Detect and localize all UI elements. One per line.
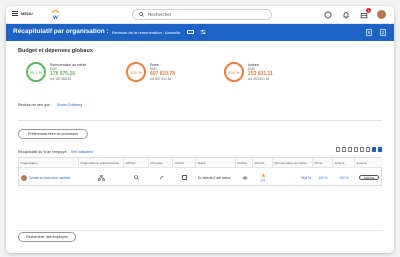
actions-percent-link[interactable]: 100 % bbox=[333, 168, 355, 187]
export-excel-icon[interactable] bbox=[366, 29, 372, 36]
column-header[interactable]: Actions bbox=[355, 158, 383, 167]
hamburger-icon bbox=[12, 11, 18, 16]
search-placeholder: Rechercher bbox=[148, 12, 172, 17]
inbox-icon[interactable]: 3 bbox=[359, 8, 371, 19]
merit-metric: 95,4 % Rémunération au mérite EUR 178 97… bbox=[26, 62, 86, 82]
expand-icon[interactable] bbox=[365, 147, 370, 152]
search-field[interactable]: Rechercher bbox=[132, 9, 272, 20]
table-caption-text: Récapitulatif du % de l'employé bbox=[18, 150, 67, 154]
budget-section-title: Budget et dépenses globaux bbox=[18, 48, 93, 54]
view-icon[interactable] bbox=[124, 168, 149, 187]
prime-ring: 100 % bbox=[126, 62, 146, 82]
actions-metric: 100 % Actions EUR 253 831,11 sur 253 831… bbox=[224, 62, 273, 82]
column-header[interactable]: Organisation bbox=[19, 158, 79, 167]
search-icon bbox=[139, 12, 144, 17]
reviewed-as: Révision en tant que : Susan Goldberg bbox=[18, 103, 82, 107]
closed-checkbox[interactable] bbox=[182, 175, 187, 180]
divider bbox=[18, 230, 382, 231]
table-caption-link[interactable]: Vert Indicateur bbox=[71, 150, 94, 154]
reviewed-label: Révision en tant que : bbox=[18, 103, 52, 107]
errors-link[interactable]: (1) bbox=[261, 178, 265, 182]
export-icon[interactable] bbox=[335, 147, 340, 152]
org-summary-table: Organisation Organisations subordonnées … bbox=[18, 157, 383, 186]
column-header[interactable]: Afficher bbox=[124, 158, 149, 167]
prime-sub: sur 607 810,54 bbox=[150, 77, 172, 82]
menu-label: MENU bbox=[21, 11, 33, 16]
workday-logo-icon[interactable]: w bbox=[50, 9, 61, 20]
warning-icon bbox=[261, 173, 265, 177]
prime-percent-link[interactable]: 100 % bbox=[313, 168, 333, 187]
edit-icon[interactable] bbox=[149, 168, 173, 187]
reviewer-link[interactable]: Susan Goldberg bbox=[57, 103, 82, 107]
table-caption: Récapitulatif du % de l'employé Vert Ind… bbox=[18, 150, 93, 154]
column-header[interactable]: Organisations subordonnées bbox=[79, 158, 124, 167]
prime-metric: 100 % Prime EUR 607 810,78 sur 607 810,5… bbox=[126, 62, 175, 82]
org-avatar bbox=[21, 174, 27, 181]
merit-ring: 95,4 % bbox=[26, 62, 46, 82]
column-header[interactable]: Statut bbox=[196, 158, 236, 167]
column-header[interactable]: Prime bbox=[313, 158, 333, 167]
app-window: MENU w Rechercher 3 Récapitulatif par or… bbox=[6, 6, 394, 253]
columns-icon[interactable] bbox=[359, 147, 364, 152]
bell-icon[interactable] bbox=[341, 10, 350, 19]
process-preferences-button[interactable]: Préférences liées au processus bbox=[18, 129, 88, 139]
top-bar: MENU w Rechercher 3 bbox=[6, 6, 394, 24]
search-employees-button[interactable]: Rechercher des employés bbox=[18, 232, 76, 242]
page-title: Récapitulatif par organisation : bbox=[13, 28, 109, 35]
settings-sliders-icon[interactable] bbox=[200, 29, 206, 35]
eye-icon[interactable] bbox=[236, 168, 253, 187]
actions-sub: sur 253 831,93 bbox=[248, 77, 270, 82]
menu-button[interactable]: MENU bbox=[12, 11, 33, 16]
column-header[interactable]: Rémunération au mérite bbox=[273, 158, 313, 167]
merit-percent-link[interactable]: 98,8 % bbox=[273, 168, 313, 187]
page-subtitle: Révision de la rémunération : Annuelle bbox=[112, 30, 181, 35]
user-avatar[interactable] bbox=[377, 10, 386, 19]
column-header[interactable]: Clôturé bbox=[173, 158, 196, 167]
org-chart-icon[interactable] bbox=[79, 168, 124, 187]
pdf-icon[interactable] bbox=[341, 147, 346, 152]
actions-ring: 100 % bbox=[224, 62, 244, 82]
divider bbox=[18, 120, 382, 121]
table-toolbar bbox=[335, 147, 382, 152]
column-header[interactable]: Proposer bbox=[149, 158, 173, 167]
svg-text:w: w bbox=[52, 15, 58, 20]
page-header: Récapitulatif par organisation : Révisio… bbox=[6, 24, 394, 41]
column-header[interactable]: Erreurs bbox=[253, 158, 273, 167]
column-header[interactable]: Préfixe bbox=[236, 158, 253, 167]
sort-icon[interactable] bbox=[353, 147, 358, 152]
column-header[interactable]: Actions bbox=[333, 158, 355, 167]
grid-view-icon[interactable] bbox=[371, 147, 376, 152]
merit-sub: sur 187 668,81 bbox=[50, 77, 72, 82]
export-pdf-icon[interactable] bbox=[380, 29, 386, 36]
list-view-icon[interactable] bbox=[377, 147, 382, 152]
notification-badge: 3 bbox=[366, 8, 371, 13]
related-actions-icon[interactable] bbox=[187, 30, 194, 34]
filter-icon[interactable] bbox=[347, 147, 352, 152]
table-row: Centre de recherche médical En attente d… bbox=[19, 167, 381, 186]
org-link[interactable]: Centre de recherche médical bbox=[29, 176, 70, 180]
row-actions-button[interactable]: Actions bbox=[358, 174, 380, 181]
status-text: En attente d'une action bbox=[198, 175, 231, 180]
chat-icon[interactable] bbox=[323, 10, 332, 19]
